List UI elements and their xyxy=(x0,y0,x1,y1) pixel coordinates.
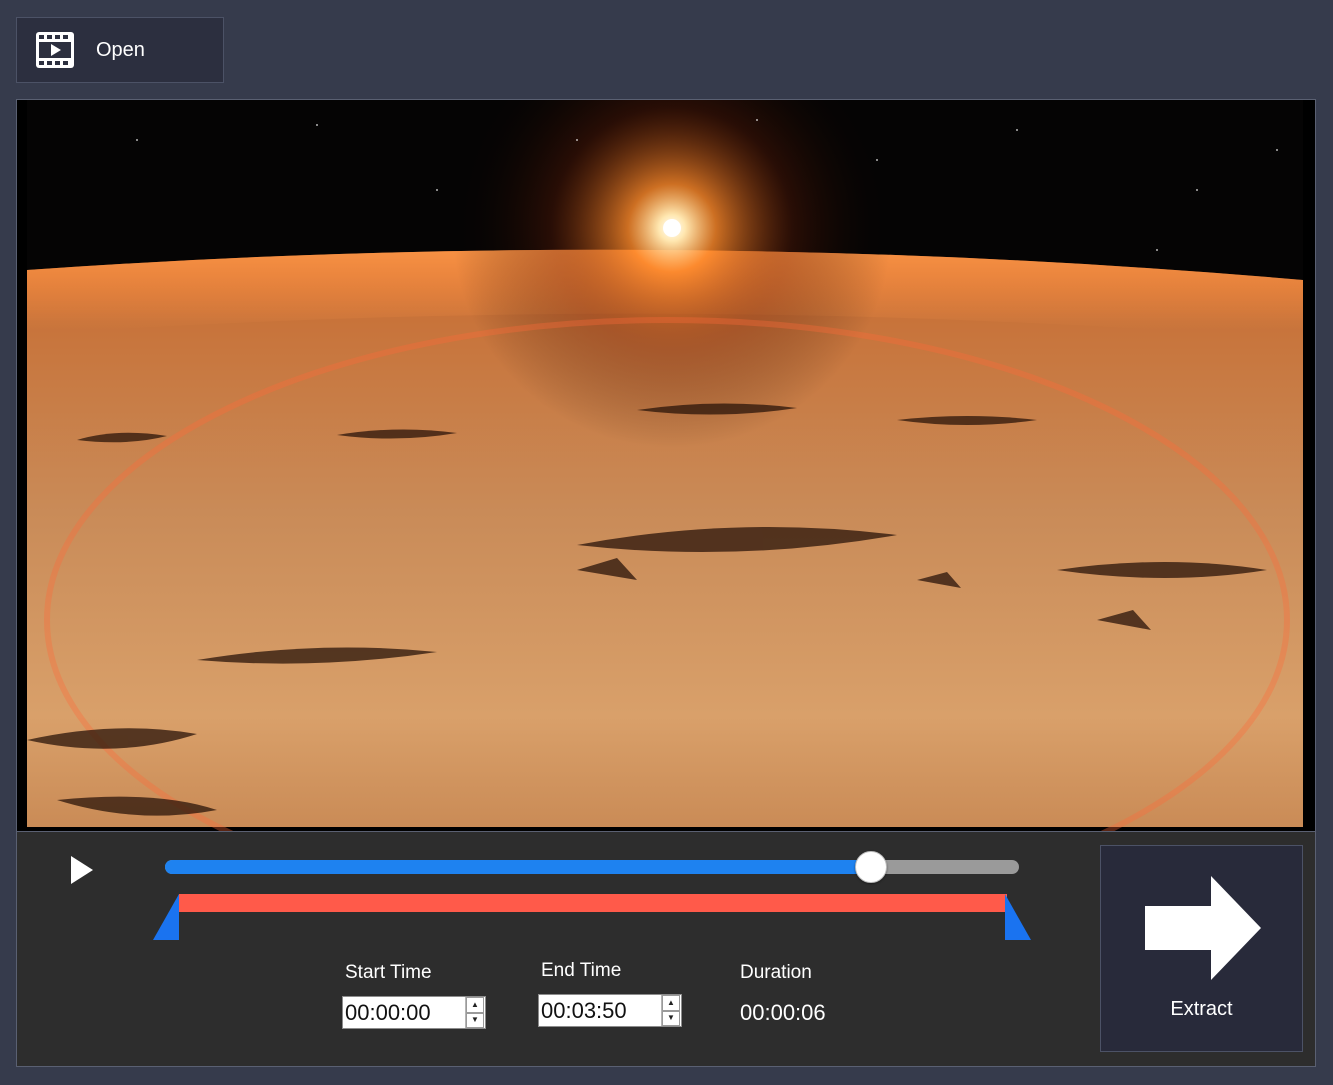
end-time-stepper[interactable]: ▲ ▼ xyxy=(538,994,682,1027)
extract-button[interactable]: Extract xyxy=(1100,845,1303,1052)
open-label: Open xyxy=(96,38,145,61)
start-time-input[interactable] xyxy=(343,997,465,1028)
open-button[interactable]: Open xyxy=(16,17,224,83)
video-frame-image xyxy=(17,100,1315,831)
seek-slider[interactable] xyxy=(165,851,1019,883)
start-time-label: Start Time xyxy=(345,962,432,983)
trim-range-bar xyxy=(179,894,1007,912)
film-play-icon xyxy=(36,32,74,68)
start-time-down-button[interactable]: ▼ xyxy=(466,1012,484,1028)
end-time-down-button[interactable]: ▼ xyxy=(662,1010,680,1026)
seek-progress-fill xyxy=(165,860,872,874)
video-preview[interactable] xyxy=(16,99,1316,832)
end-time-input[interactable] xyxy=(539,995,661,1026)
end-time-label: End Time xyxy=(541,960,622,981)
extract-label: Extract xyxy=(1170,998,1233,1020)
end-time-up-button[interactable]: ▲ xyxy=(662,995,680,1011)
trim-start-handle[interactable] xyxy=(153,894,181,942)
right-arrow-icon xyxy=(1145,876,1261,980)
seek-thumb[interactable] xyxy=(855,851,888,883)
duration-value: 00:00:06 xyxy=(740,1000,826,1025)
play-icon[interactable] xyxy=(69,856,93,884)
start-time-up-button[interactable]: ▲ xyxy=(466,997,484,1013)
start-time-stepper[interactable]: ▲ ▼ xyxy=(342,996,486,1029)
duration-label: Duration xyxy=(740,962,812,983)
trim-end-handle[interactable] xyxy=(1005,894,1033,942)
